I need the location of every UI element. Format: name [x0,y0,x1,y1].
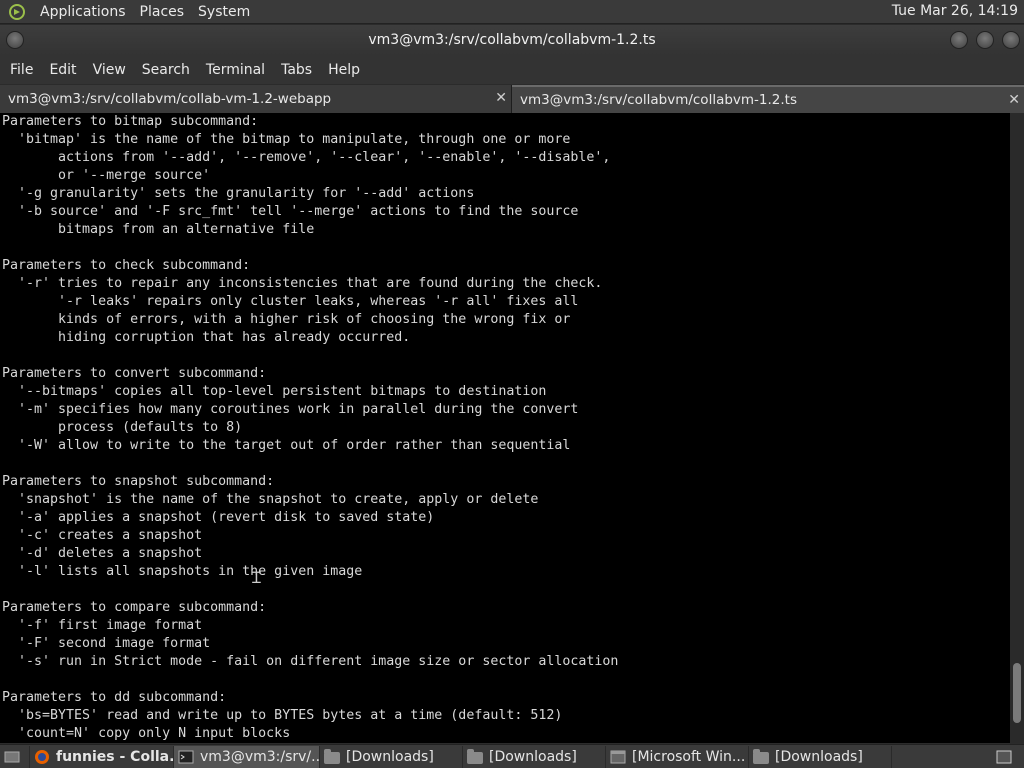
terminal-line: Parameters to convert subcommand: [2,366,267,381]
close-tab-icon[interactable]: ✕ [495,90,507,106]
terminal-line: '-b source' and '-F src_fmt' tell '--mer… [2,204,579,219]
window-title: vm3@vm3:/srv/collabvm/collabvm-1.2.ts [368,32,656,48]
terminal-line: '-F' second image format [2,636,211,651]
terminal-line: process (defaults to 8) [2,420,243,435]
taskbar-item-downloads-3[interactable]: [Downloads] [749,745,892,768]
terminal-line: '-m' specifies how many coroutines work … [2,402,579,417]
taskbar-item-label: [Downloads] [346,748,434,765]
firefox-icon [35,749,49,764]
maximize-button[interactable] [976,31,994,49]
menu-tabs[interactable]: Tabs [273,62,320,78]
places-menu[interactable]: Places [138,4,187,20]
terminal-line: or '--merge source' [2,168,211,183]
taskbar-item-terminal[interactable]: vm3@vm3:/srv/... [174,745,320,768]
terminal-line: '-g granularity' sets the granularity fo… [2,186,475,201]
top-panel: Applications Places System Tue Mar 26, 1… [0,0,1024,24]
taskbar-item-downloads-1[interactable]: [Downloads] [320,745,463,768]
menu-terminal[interactable]: Terminal [198,62,273,78]
terminal-line: Parameters to snapshot subcommand: [2,474,275,489]
minimize-button[interactable] [950,31,968,49]
terminal-line: 'snapshot' is the name of the snapshot t… [2,492,539,507]
tab-bar: vm3@vm3:/srv/collabvm/collab-vm-1.2-weba… [0,85,1024,113]
window-titlebar[interactable]: vm3@vm3:/srv/collabvm/collabvm-1.2.ts [0,25,1024,55]
text-cursor-icon: Ɪ [252,568,261,587]
menu-view[interactable]: View [85,62,134,78]
system-menu[interactable]: System [196,4,252,20]
tab-label: vm3@vm3:/srv/collabvm/collab-vm-1.2-weba… [8,91,332,107]
menu-edit[interactable]: Edit [41,62,84,78]
terminal-line: '--bitmaps' copies all top-level persist… [2,384,547,399]
terminal-line: '-a' applies a snapshot (revert disk to … [2,510,435,525]
terminal-line: '-r' tries to repair any inconsistencies… [2,276,603,291]
window-menu-button[interactable] [6,31,24,49]
terminal-line: 'bs=BYTES' read and write up to BYTES by… [2,708,563,723]
taskbar-item-label: [Downloads] [775,748,863,765]
terminal-line: hiding corruption that has already occur… [2,330,411,345]
terminal-line: Parameters to bitmap subcommand: [2,114,259,129]
terminal-line: actions from '--add', '--remove', '--cle… [2,150,611,165]
terminal-icon [178,750,194,763]
applications-menu[interactable]: Applications [38,4,128,20]
taskbar: funnies - Colla... vm3@vm3:/srv/... [Dow… [0,744,1024,768]
taskbar-item-label: funnies - Colla... [56,748,174,765]
terminal-line: Parameters to dd subcommand: [2,690,227,705]
terminal-output[interactable]: Parameters to bitmap subcommand: 'bitmap… [0,113,1010,743]
taskbar-item-firefox[interactable]: funnies - Colla... [30,745,174,768]
folder-icon [467,748,483,765]
taskbar-item-label: [Microsoft Win... [632,748,746,765]
taskbar-item-downloads-2[interactable]: [Downloads] [463,745,606,768]
terminal-line: '-s' run in Strict mode - fail on differ… [2,654,619,669]
window-icon [610,750,626,763]
workspace-switcher[interactable] [986,746,1024,768]
terminal-line: 'bitmap' is the name of the bitmap to ma… [2,132,571,147]
folder-icon [324,748,340,765]
terminal-line: '-c' creates a snapshot [2,528,203,543]
tab-label: vm3@vm3:/srv/collabvm/collabvm-1.2.ts [520,92,798,108]
terminal-line: Parameters to check subcommand: [2,258,251,273]
clock[interactable]: Tue Mar 26, 14:19 [892,3,1018,19]
terminal-line: '-l' lists all snapshots in the given im… [2,564,363,579]
terminal-scrollbar[interactable] [1010,113,1024,743]
terminal-line: bitmaps from an alternative file [2,222,315,237]
menu-help[interactable]: Help [320,62,368,78]
terminal-line: '-f' first image format [2,618,203,633]
terminal-line: '-d' deletes a snapshot [2,546,203,561]
terminal-line: 'count=N' copy only N input blocks [2,726,291,741]
menu-search[interactable]: Search [134,62,198,78]
taskbar-item-label: vm3@vm3:/srv/... [200,748,320,765]
menubar: File Edit View Search Terminal Tabs Help [0,55,1024,84]
show-desktop-button[interactable] [0,745,30,768]
terminal-line: kinds of errors, with a higher risk of c… [2,312,571,327]
terminal-text: Parameters to bitmap subcommand: 'bitmap… [2,113,618,743]
folder-icon [753,748,769,765]
workspace-switcher-icon [996,750,1012,763]
tab-collabvm-ts[interactable]: vm3@vm3:/srv/collabvm/collabvm-1.2.ts ✕ [512,85,1024,113]
close-tab-icon[interactable]: ✕ [1008,92,1020,108]
taskbar-item-label: [Downloads] [489,748,577,765]
distro-logo-icon[interactable] [6,1,28,23]
terminal-line: '-r leaks' repairs only cluster leaks, w… [2,294,579,309]
show-desktop-icon [4,751,20,762]
terminal-line: Parameters to compare subcommand: [2,600,267,615]
taskbar-item-microsoft-windows[interactable]: [Microsoft Win... [606,745,749,768]
menu-file[interactable]: File [2,62,41,78]
tab-webapp[interactable]: vm3@vm3:/srv/collabvm/collab-vm-1.2-weba… [0,85,512,113]
close-window-button[interactable] [1002,31,1020,49]
scrollbar-thumb[interactable] [1013,663,1021,723]
terminal-line: '-W' allow to write to the target out of… [2,438,571,453]
